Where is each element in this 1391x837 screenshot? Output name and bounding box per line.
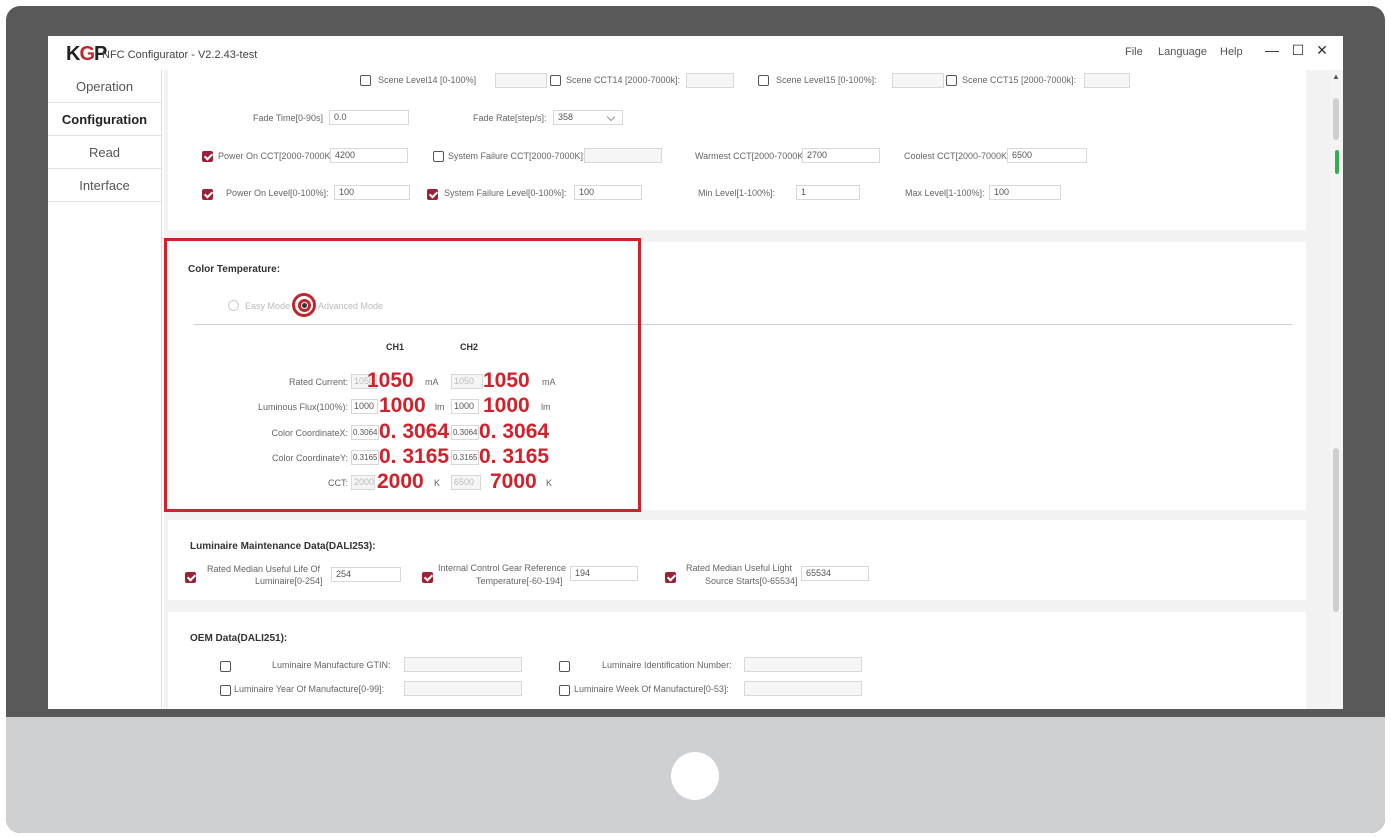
power-on-level-input[interactable]: 100 <box>334 185 410 200</box>
app-title: NFC Configurator - V2.2.43-test <box>102 49 258 61</box>
coolest-cct-label: Coolest CCT[2000-7000K]: <box>904 151 1013 161</box>
scene-cct15-checkbox[interactable] <box>946 75 957 86</box>
scene-level14-label: Scene Level14 [0-100%] <box>378 75 477 85</box>
identification-number-input[interactable] <box>744 657 862 672</box>
oem-title: OEM Data(DALI251): <box>190 633 288 644</box>
oem-panel: OEM Data(DALI251): Luminaire Manufacture… <box>168 612 1306 709</box>
close-button[interactable]: ✕ <box>1314 42 1330 59</box>
sidebar-item-interface[interactable]: Interface <box>48 169 161 202</box>
vertical-scrollbar[interactable]: ▲ <box>1330 70 1343 709</box>
maximize-button[interactable]: ☐ <box>1290 42 1306 59</box>
rated-life-checkbox[interactable] <box>185 572 196 583</box>
year-of-manufacture-checkbox[interactable] <box>220 685 231 696</box>
gear-temperature-label-line1: Internal Control Gear Reference <box>438 563 567 573</box>
system-failure-level-input[interactable]: 100 <box>574 185 642 200</box>
rated-life-label-line1: Rated Median Useful Life Of <box>207 564 321 574</box>
system-failure-cct-checkbox[interactable] <box>433 151 444 162</box>
max-level-label: Max Level[1-100%]: <box>905 188 985 198</box>
color-temperature-highlight-box <box>164 238 641 512</box>
scroll-position-indicator <box>1335 150 1339 174</box>
app-logo: KGP <box>66 43 107 65</box>
warmest-cct-input[interactable]: 2700 <box>802 148 880 163</box>
app-window: KGP NFC Configurator - V2.2.43-test File… <box>48 36 1343 709</box>
gear-temperature-input[interactable]: 194 <box>570 566 638 581</box>
scene-level15-checkbox[interactable] <box>758 75 769 86</box>
year-of-manufacture-label: Luminaire Year Of Manufacture[0-99]: <box>234 684 385 694</box>
light-source-starts-input[interactable]: 65534 <box>801 566 869 581</box>
year-of-manufacture-input[interactable] <box>404 681 522 696</box>
configuration-content: Scene Level14 [0-100%] Scene CCT14 [2000… <box>164 70 1330 709</box>
maintenance-panel: Luminaire Maintenance Data(DALI253): Rat… <box>168 520 1306 600</box>
fade-rate-value: 358 <box>558 112 574 122</box>
title-bar: KGP NFC Configurator - V2.2.43-test File… <box>48 36 1343 68</box>
power-on-cct-input[interactable]: 4200 <box>330 148 408 163</box>
minimize-button[interactable]: — <box>1264 42 1280 58</box>
fade-time-label: Fade Time[0-90s] <box>253 113 324 123</box>
scrollbar-thumb-top[interactable] <box>1333 98 1339 140</box>
light-source-starts-checkbox[interactable] <box>665 572 676 583</box>
system-failure-level-checkbox[interactable] <box>427 189 438 200</box>
maintenance-title: Luminaire Maintenance Data(DALI253): <box>190 541 376 552</box>
general-settings-panel: Scene Level14 [0-100%] Scene CCT14 [2000… <box>168 70 1306 230</box>
rated-life-input[interactable]: 254 <box>331 567 401 582</box>
light-source-starts-label-line1: Rated Median Useful Light <box>686 563 793 573</box>
rated-life-label-line2: Luminaire[0-254] <box>255 576 323 586</box>
coolest-cct-input[interactable]: 6500 <box>1007 148 1087 163</box>
fade-rate-label: Fade Rate[step/s]: <box>473 113 547 123</box>
power-on-level-label: Power On Level[0-100%]: <box>226 188 329 198</box>
scene-cct15-label: Scene CCT15 [2000-7000k]: <box>962 75 1077 85</box>
monitor-power-dot <box>671 752 719 800</box>
system-failure-cct-label: System Failure CCT[2000-7000K]: <box>448 151 586 161</box>
scene-level14-input[interactable] <box>495 73 547 88</box>
min-level-label: Min Level[1-100%]: <box>698 188 776 198</box>
gtin-label: Luminaire Manufacture GTIN: <box>272 660 391 670</box>
menu-help[interactable]: Help <box>1220 46 1243 58</box>
fade-rate-select[interactable]: 358 <box>553 110 623 125</box>
scene-cct14-checkbox[interactable] <box>550 75 561 86</box>
sidebar-item-configuration[interactable]: Configuration <box>48 103 161 136</box>
sidebar: Operation Configuration Read Interface <box>48 70 162 709</box>
menu-language[interactable]: Language <box>1158 46 1207 58</box>
power-on-level-checkbox[interactable] <box>202 189 213 200</box>
sidebar-item-operation[interactable]: Operation <box>48 70 161 103</box>
scene-cct14-label: Scene CCT14 [2000-7000k]: <box>566 75 681 85</box>
gtin-input[interactable] <box>404 657 522 672</box>
scene-level15-label: Scene Level15 [0-100%]: <box>776 75 877 85</box>
week-of-manufacture-label: Luminaire Week Of Manufacture[0-53]: <box>574 684 729 694</box>
system-failure-level-label: System Failure Level[0-100%]: <box>444 188 567 198</box>
week-of-manufacture-checkbox[interactable] <box>559 685 570 696</box>
scene-cct15-input[interactable] <box>1084 73 1130 88</box>
min-level-input[interactable]: 1 <box>796 185 860 200</box>
menu-file[interactable]: File <box>1125 46 1143 58</box>
identification-number-label: Luminaire Identification Number: <box>602 660 732 670</box>
power-on-cct-label: Power On CCT[2000-7000K]: <box>218 151 336 161</box>
warmest-cct-label: Warmest CCT[2000-7000K]: <box>695 151 809 161</box>
light-source-starts-label-line2: Source Starts[0-65534] <box>705 576 798 586</box>
gtin-checkbox[interactable] <box>220 661 231 672</box>
gear-temperature-checkbox[interactable] <box>422 572 433 583</box>
power-on-cct-checkbox[interactable] <box>202 151 213 162</box>
scene-level14-checkbox[interactable] <box>360 75 371 86</box>
fade-time-input[interactable]: 0.0 <box>329 110 409 125</box>
identification-number-checkbox[interactable] <box>559 661 570 672</box>
scrollbar-thumb[interactable] <box>1333 448 1339 612</box>
scene-level15-input[interactable] <box>892 73 944 88</box>
scroll-up-arrow-icon[interactable]: ▲ <box>1332 72 1340 81</box>
week-of-manufacture-input[interactable] <box>744 681 862 696</box>
sidebar-item-read[interactable]: Read <box>48 136 161 169</box>
max-level-input[interactable]: 100 <box>989 185 1061 200</box>
system-failure-cct-input[interactable] <box>584 148 662 163</box>
scene-cct14-input[interactable] <box>686 73 734 88</box>
gear-temperature-label-line2: Temperature[-60-194] <box>476 576 563 586</box>
